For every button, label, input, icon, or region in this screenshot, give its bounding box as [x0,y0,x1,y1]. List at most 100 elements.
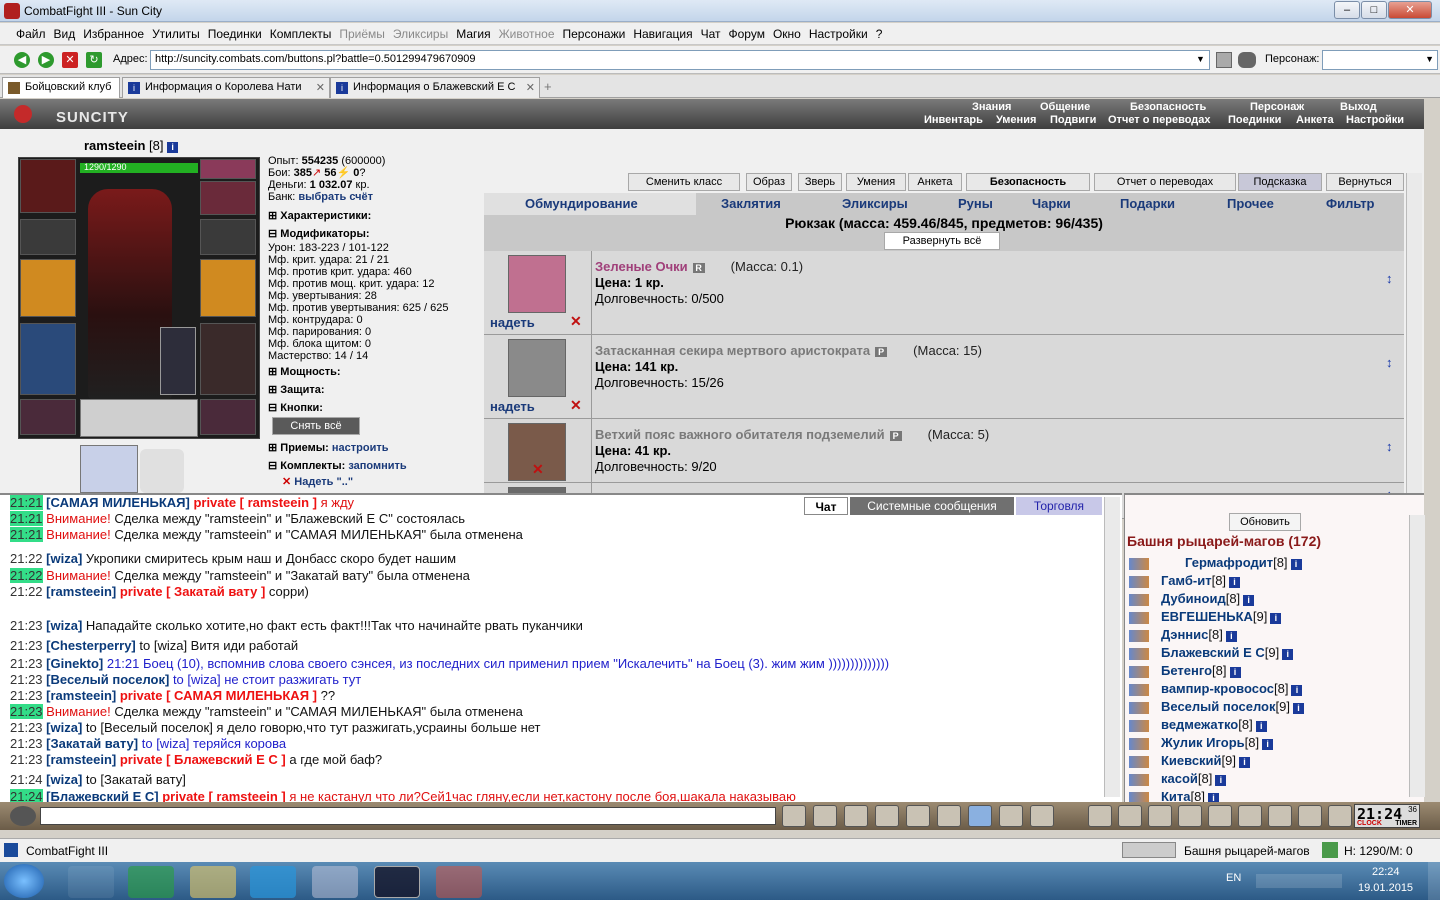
inventory-tab[interactable]: Фильтр [1326,196,1375,211]
move-arrows-icon[interactable]: ↕ [1386,439,1393,454]
user-entry[interactable]: Дэннис[8] i [1161,627,1237,642]
nav-link[interactable]: Анкета [1296,114,1334,126]
info-icon[interactable]: i [1270,613,1282,624]
top-button[interactable]: Безопасность [966,173,1090,191]
chrome-icon[interactable] [436,866,482,898]
start-button[interactable] [4,864,44,898]
chat-text[interactable]: [Chesterperry] [46,638,136,653]
delete-icon[interactable]: ✕ [570,313,582,330]
status-icons[interactable] [1122,842,1176,858]
nav-link[interactable]: Выход [1340,101,1377,113]
nav-link[interactable]: Безопасность [1130,101,1206,113]
send-icon[interactable] [782,805,806,827]
tools-icon[interactable] [1216,52,1232,68]
pet-avatar[interactable] [160,327,196,395]
menu-item[interactable]: Эликсиры [389,23,452,41]
chat-text[interactable]: [САМАЯ МИЛЕНЬКАЯ] [46,495,190,510]
info-icon[interactable]: i [1255,721,1267,732]
menu-item[interactable]: Приёмы [335,23,389,41]
app-a-icon[interactable] [128,866,174,898]
gloves-slot[interactable] [200,219,256,255]
save-icon[interactable] [875,805,899,827]
nav-link[interactable]: Настройки [1346,114,1404,126]
delete-icon[interactable]: ✕ [532,461,544,478]
combatfight-icon[interactable] [374,866,420,898]
info-icon[interactable]: i [167,142,179,153]
mask-icon[interactable] [1148,805,1172,827]
menu-item[interactable]: Животное [495,23,559,41]
item-image[interactable] [508,255,566,313]
user-entry[interactable]: Киевский[9] i [1161,753,1251,768]
language-indicator[interactable]: EN [1226,872,1241,884]
top-button[interactable]: Умения [846,173,906,191]
ring-slots[interactable] [200,181,256,215]
info-icon[interactable]: i [1229,577,1241,588]
item-name[interactable]: Зеленые Очки R (Масса: 0.1) [595,259,803,274]
chat-text[interactable]: [wiza] [46,551,82,566]
user-entry[interactable]: Веселый поселок[9] i [1161,699,1304,714]
address-input[interactable]: http://suncity.combats.com/buttons.pl?ba… [150,50,1210,70]
nav-link[interactable]: Персонаж [1250,101,1304,113]
sword-icon[interactable] [1088,805,1112,827]
boots-slot[interactable] [200,399,256,435]
weapon-slot-left[interactable] [20,259,76,317]
wear-link[interactable]: надеть [490,399,535,414]
menu-item[interactable]: Окно [769,23,805,41]
chat-text[interactable]: private [ ramsteein ] [190,495,317,510]
translit-icon[interactable] [937,805,961,827]
users-scrollbar[interactable] [1409,515,1425,797]
settings-icon[interactable] [1030,805,1054,827]
menu-item[interactable]: Навигация [629,23,696,41]
nav-link[interactable]: Подвиги [1050,114,1096,126]
chat-text[interactable]: [ramsteein] [46,584,116,599]
info-icon[interactable]: i [1225,631,1237,642]
folder-icon[interactable] [190,866,236,898]
inventory-tab[interactable]: Прочее [1227,196,1274,211]
info-icon[interactable]: i [1282,649,1294,660]
chat-text[interactable]: private [ Блажевский Е С ] [116,752,286,767]
section-characteristics[interactable]: ⊞ Характеристики: [268,209,371,222]
weapon-slot-right[interactable] [200,259,256,317]
section-modifiers[interactable]: ⊟ Модификаторы: [268,227,370,240]
dragon-icon[interactable] [1268,805,1292,827]
chat-text[interactable]: [Ginekto] [46,656,103,671]
menu-item[interactable]: Файл [12,23,50,41]
info-icon[interactable]: i [1292,703,1304,714]
inventory-tab[interactable]: Заклятия [721,196,781,211]
top-button[interactable]: Отчет о переводах [1094,173,1236,191]
nav-link[interactable]: Знания [972,101,1011,113]
top-button[interactable]: Зверь [798,173,842,191]
close-tab-icon[interactable]: ✕ [316,81,325,94]
user-entry[interactable]: Дубиноид[8] i [1161,591,1255,606]
back-icon[interactable]: ◀ [14,52,30,68]
helmet-slot[interactable] [20,159,76,213]
chat-input[interactable] [40,807,776,825]
user-entry[interactable]: вампир-кровосос[8] i [1161,681,1303,696]
belt-slot[interactable] [20,399,76,435]
tab-info-blazhevsky[interactable]: i Информация о Блажевский Е С ✕ [330,77,540,98]
refresh-button[interactable]: Обновить [1229,513,1301,531]
new-tab-icon[interactable]: + [544,79,552,94]
menu-item[interactable]: Форум [725,23,769,41]
close-button[interactable]: ✕ [1388,1,1432,19]
chat-text[interactable]: private [ САМАЯ МИЛЕНЬКАЯ ] [116,688,317,703]
tab-fight-club[interactable]: Бойцовский клуб [2,77,120,98]
forward-icon[interactable]: ▶ [38,52,54,68]
potion-slots[interactable] [80,399,198,437]
top-button[interactable]: Анкета [908,173,962,191]
user-entry[interactable]: Блажевский Е С[9] i [1161,645,1294,660]
info-icon[interactable]: i [1239,757,1251,768]
refresh-icon[interactable]: ↻ [86,52,102,68]
show-desktop-button[interactable] [1428,862,1440,900]
user-entry[interactable]: касой[8] i [1161,771,1227,786]
info-icon[interactable]: i [1262,739,1274,750]
nav-link[interactable]: Поединки [1228,114,1281,126]
info-icon[interactable]: i [1291,685,1303,696]
inventory-tab[interactable]: Руны [958,196,993,211]
user-entry[interactable]: Гамб-ит[8] i [1161,573,1241,588]
chat-text[interactable]: [Веселый поселок] [46,672,169,687]
item-name[interactable]: Затасканная секира мертвого аристократа P… [595,343,982,358]
filter-icon[interactable] [844,805,868,827]
menu-item[interactable]: ? [872,23,887,41]
top-button[interactable]: Подсказка [1238,173,1322,191]
